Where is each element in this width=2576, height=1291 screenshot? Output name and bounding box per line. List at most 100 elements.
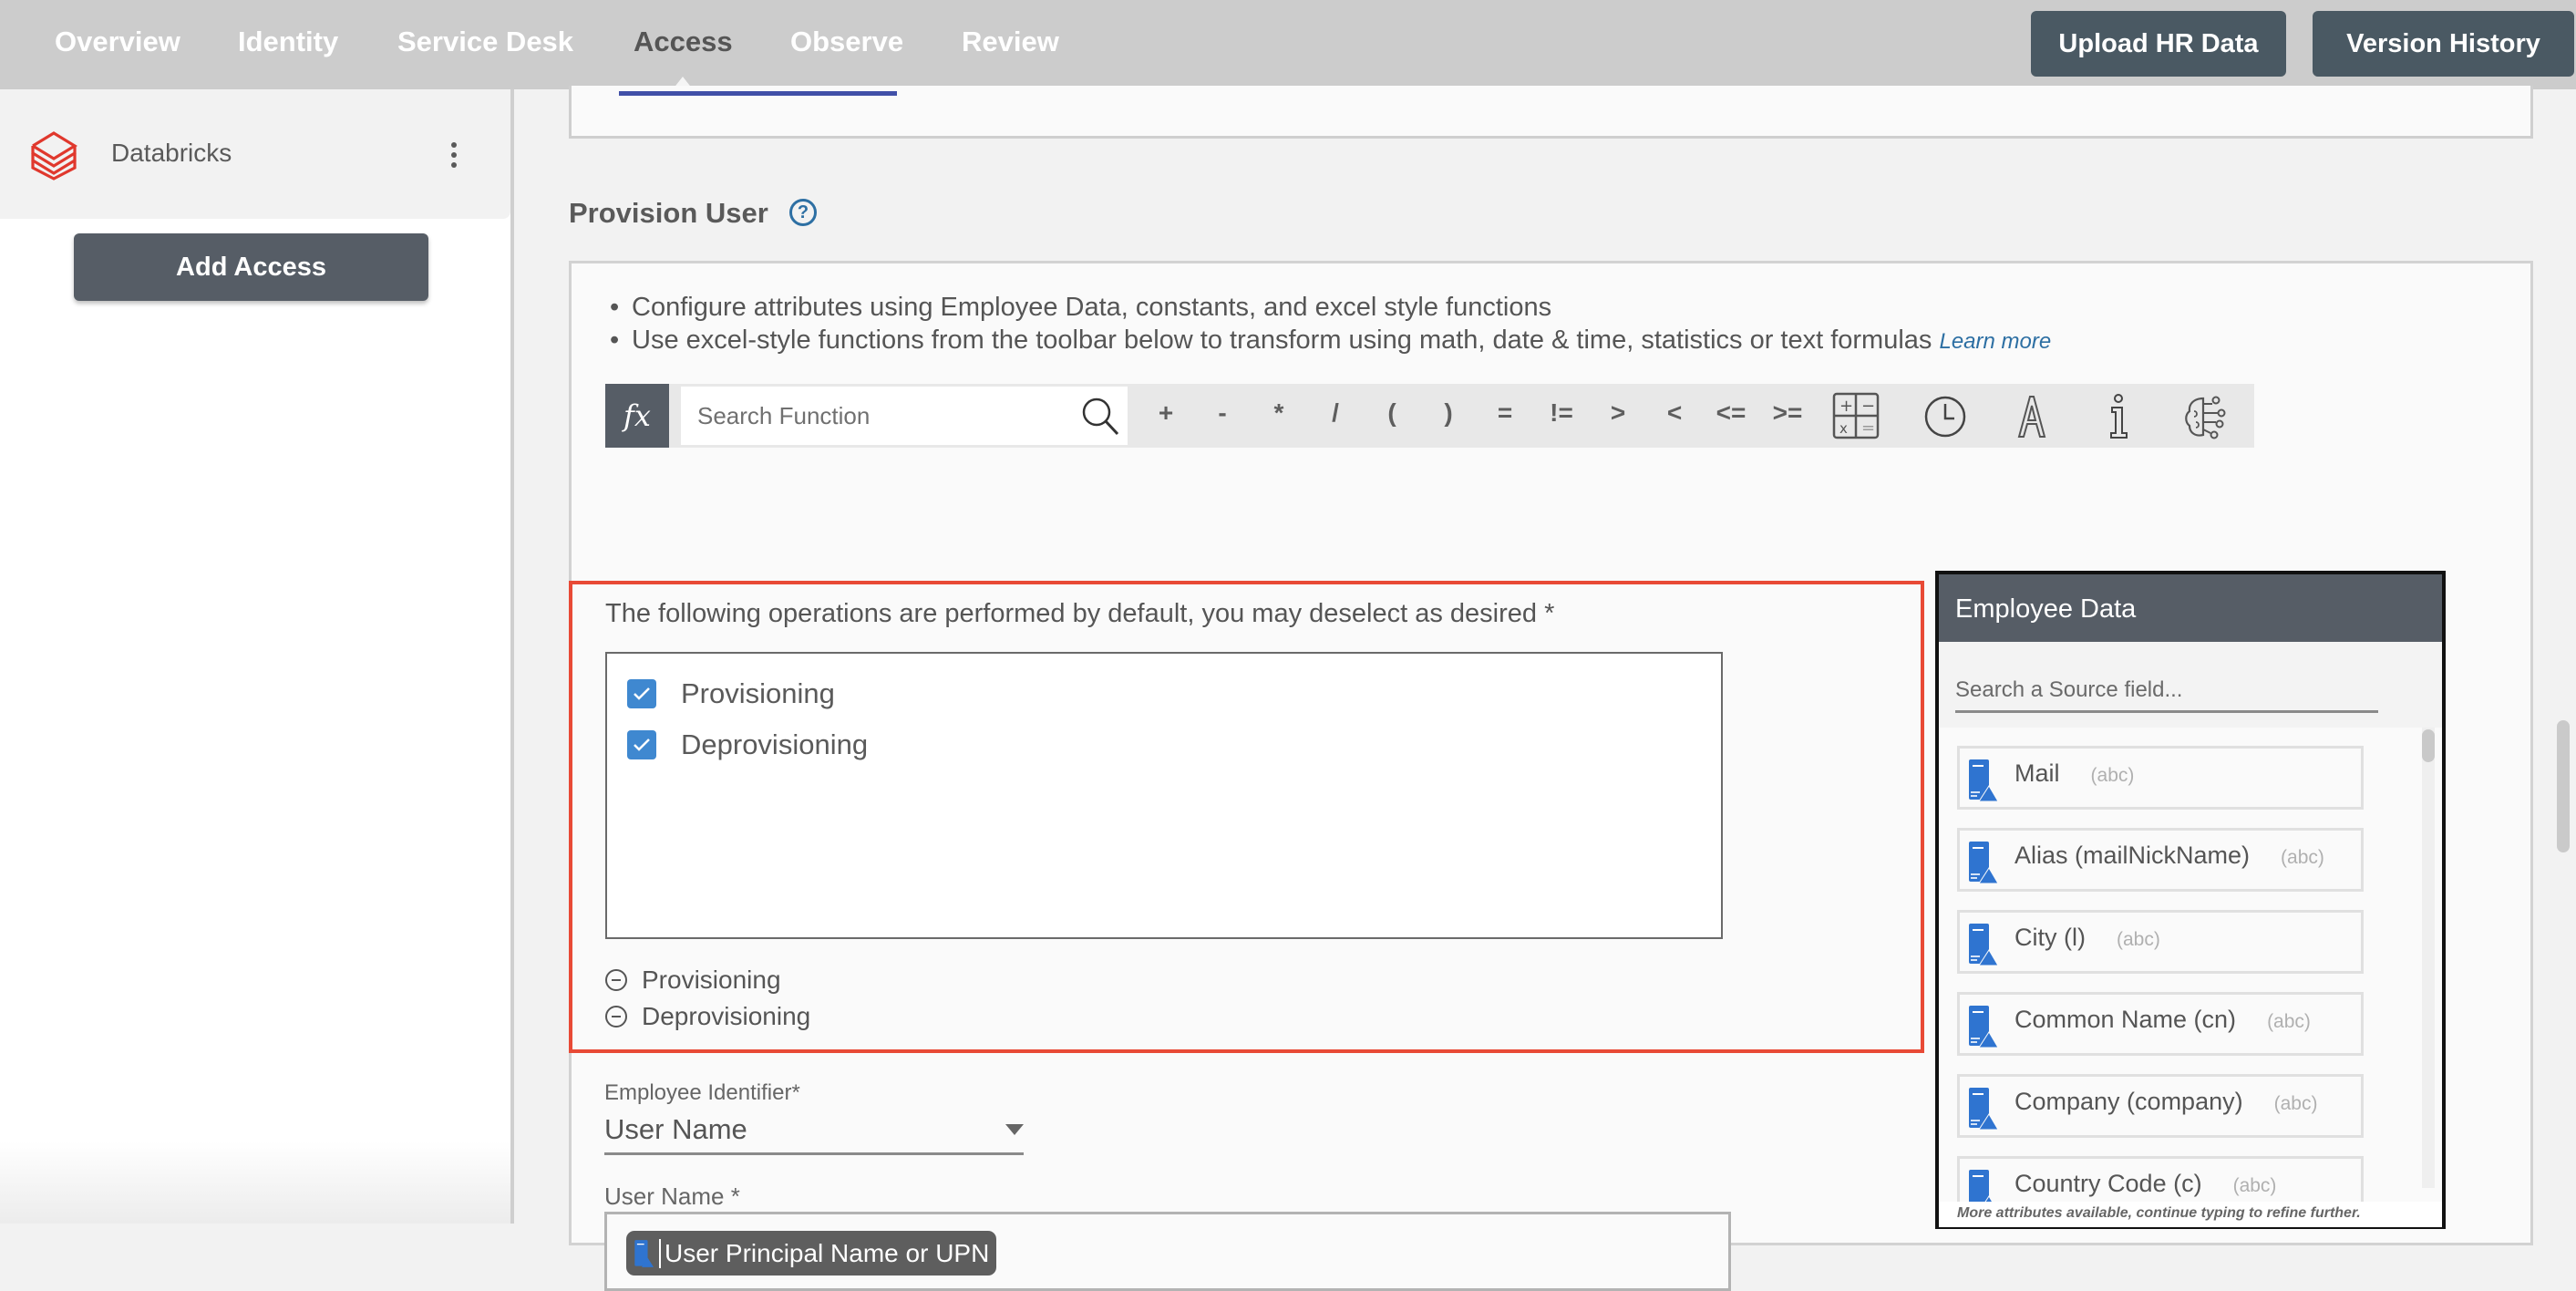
dropdown-caret-icon xyxy=(1005,1124,1024,1135)
instruction-item: Use excel-style functions from the toolb… xyxy=(608,324,2051,358)
operator-divide[interactable]: / xyxy=(1313,398,1358,428)
add-access-button[interactable]: Add Access xyxy=(74,233,428,301)
nav-tab-service-desk[interactable]: Service Desk xyxy=(397,26,573,58)
checkbox-label: Provisioning xyxy=(681,677,835,709)
employee-attribute-item[interactable]: Country Code (c) (abc) xyxy=(1957,1156,2364,1202)
app-card-databricks[interactable]: Databricks xyxy=(0,89,510,219)
attribute-name: Country Code (c) (abc) xyxy=(2014,1170,2276,1198)
operator-less[interactable]: < xyxy=(1652,398,1697,428)
instruction-item: Configure attributes using Employee Data… xyxy=(608,291,2051,324)
attribute-icon xyxy=(1969,924,1998,966)
attribute-name: City (l) (abc) xyxy=(2014,924,2160,952)
operations-checkbox-list: Provisioning Deprovisioning xyxy=(605,652,1723,939)
employee-identifier-select[interactable]: User Name xyxy=(604,1108,1024,1155)
attribute-icon xyxy=(1969,1088,1998,1130)
operator-not-equals[interactable]: != xyxy=(1539,398,1584,428)
nav-tab-access[interactable]: Access xyxy=(634,26,733,58)
operator-equals[interactable]: = xyxy=(1482,398,1528,428)
source-field-search-input[interactable] xyxy=(1955,669,2378,713)
fx-button[interactable]: fx xyxy=(605,384,669,448)
attribute-name: Common Name (cn) (abc) xyxy=(2014,1006,2311,1034)
employee-identifier-label: Employee Identifier* xyxy=(604,1080,800,1105)
attribute-icon xyxy=(1969,1006,1998,1048)
operator-plus[interactable]: + xyxy=(1143,398,1189,428)
learn-more-link[interactable]: Learn more xyxy=(1939,329,2051,354)
ai-brain-icon[interactable] xyxy=(2179,391,2231,442)
progress-underline xyxy=(619,91,897,96)
nav-tab-overview[interactable]: Overview xyxy=(55,26,180,58)
attribute-icon xyxy=(1969,759,1998,801)
employee-attribute-item[interactable]: City (l) (abc) xyxy=(1957,910,2364,974)
attribute-name: Company (company) (abc) xyxy=(2014,1088,2317,1116)
employee-data-panel: Employee Data Mail(abc)Alias (mailNickNa… xyxy=(1935,571,2446,1229)
text-icon[interactable] xyxy=(2006,391,2057,442)
employee-attribute-item[interactable]: Common Name (cn) (abc) xyxy=(1957,992,2364,1056)
help-icon[interactable]: ? xyxy=(789,199,817,226)
section-title: Provision User xyxy=(569,197,768,229)
deprovisioning-checkbox[interactable] xyxy=(627,730,656,759)
previous-section-card xyxy=(569,86,2533,139)
svg-text:+: + xyxy=(1839,397,1853,416)
default-operations-section: The following operations are performed b… xyxy=(569,581,1924,1053)
clock-icon[interactable] xyxy=(1920,391,1971,442)
attribute-type: (abc) xyxy=(2090,765,2135,786)
attribute-type: (abc) xyxy=(2273,1093,2318,1114)
attribute-list-scrollbar-track[interactable] xyxy=(2422,728,2435,1188)
operator-less-equal[interactable]: <= xyxy=(1708,398,1754,428)
app-name: Databricks xyxy=(111,139,232,167)
attribute-name: Alias (mailNickName) (abc) xyxy=(2014,842,2324,870)
operator-greater-equal[interactable]: >= xyxy=(1765,398,1810,428)
attribute-name-text: Mail xyxy=(2014,759,2060,787)
version-history-button[interactable]: Version History xyxy=(2313,11,2574,77)
main-content: Provision User ? Configure attributes us… xyxy=(514,86,2576,1291)
attribute-icon xyxy=(634,1239,654,1267)
chip-separator xyxy=(659,1238,661,1268)
sidebar: Databricks Add Access xyxy=(0,89,512,1224)
employee-data-title: Employee Data xyxy=(1939,574,2442,642)
top-navigation: Overview Identity Service Desk Access Ob… xyxy=(0,0,2576,89)
page-scrollbar-thumb[interactable] xyxy=(2557,720,2570,852)
operator-minus[interactable]: - xyxy=(1200,398,1245,428)
attribute-name-text: Alias (mailNickName) xyxy=(2014,842,2251,869)
selected-value: User Name xyxy=(604,1113,747,1145)
user-name-label: User Name * xyxy=(604,1183,740,1210)
source-field-search-wrapper xyxy=(1939,642,2442,728)
summary-item-deprovisioning: Deprovisioning xyxy=(605,1002,810,1031)
upload-hr-data-button[interactable]: Upload HR Data xyxy=(2031,11,2286,77)
instruction-text: Configure attributes using Employee Data… xyxy=(632,293,1552,322)
instructions-list: Configure attributes using Employee Data… xyxy=(608,291,2051,358)
employee-attribute-list: Mail (abc) Alias (mailNickName) (abc) City (… xyxy=(1939,728,2442,1202)
operator-open-paren[interactable]: ( xyxy=(1369,398,1415,428)
employee-attribute-item[interactable]: Mail (abc) xyxy=(1957,746,2364,810)
summary-label: Provisioning xyxy=(642,966,781,994)
nav-tab-identity[interactable]: Identity xyxy=(238,26,338,58)
attribute-type: (abc) xyxy=(2281,847,2324,868)
user-name-input[interactable]: User Principal Name or UPN xyxy=(604,1212,1731,1291)
attribute-chip[interactable]: User Principal Name or UPN xyxy=(626,1231,997,1276)
attribute-list-scrollbar-thumb[interactable] xyxy=(2422,729,2435,762)
deprovisioning-checkbox-row[interactable]: Deprovisioning xyxy=(627,728,868,761)
employee-attribute-item[interactable]: Alias (mailNickName) (abc) xyxy=(1957,828,2364,892)
minus-circle-icon xyxy=(605,969,627,991)
search-icon[interactable] xyxy=(1079,395,1121,437)
operator-multiply[interactable]: * xyxy=(1256,398,1302,428)
provisioning-checkbox[interactable] xyxy=(627,679,656,708)
attribute-name-text: Country Code (c) xyxy=(2014,1170,2202,1197)
function-toolbar: fx + - * / ( ) = != > < <= >= + − xyxy=(605,384,2254,448)
calculator-icon[interactable]: + − x = xyxy=(1831,391,1882,442)
operator-greater[interactable]: > xyxy=(1595,398,1641,428)
operator-close-paren[interactable]: ) xyxy=(1426,398,1471,428)
provisioning-checkbox-row[interactable]: Provisioning xyxy=(627,677,835,710)
info-icon[interactable] xyxy=(2093,391,2144,442)
nav-tab-observe[interactable]: Observe xyxy=(790,26,903,58)
attribute-name-text: Company (company) xyxy=(2014,1088,2243,1115)
search-function-input[interactable] xyxy=(681,387,1128,445)
summary-label: Deprovisioning xyxy=(642,1002,811,1030)
employee-attribute-item[interactable]: Company (company) (abc) xyxy=(1957,1074,2364,1138)
more-options-icon[interactable] xyxy=(445,142,463,168)
chip-label: User Principal Name or UPN xyxy=(665,1238,990,1267)
attribute-name-text: City (l) xyxy=(2014,924,2086,951)
checkbox-label: Deprovisioning xyxy=(681,728,869,760)
provision-user-card: Configure attributes using Employee Data… xyxy=(569,261,2533,1291)
nav-tab-review[interactable]: Review xyxy=(962,26,1059,58)
